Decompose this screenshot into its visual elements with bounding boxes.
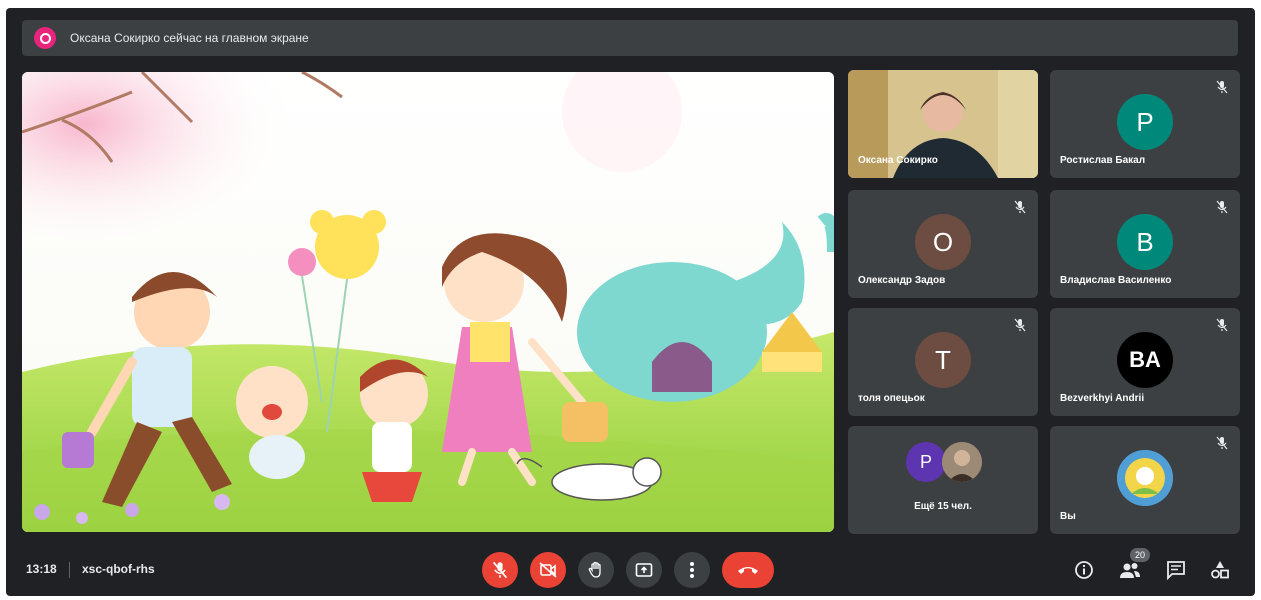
participant-name: Вы <box>1060 511 1076 522</box>
participant-tile[interactable]: B Владислав Василенко <box>1050 190 1240 298</box>
end-call-icon <box>738 567 758 574</box>
camera-off-icon <box>539 562 557 578</box>
more-options-icon <box>690 562 694 578</box>
shared-screen <box>22 72 834 532</box>
participant-name: Оксана Сокирко <box>858 155 938 166</box>
mic-off-icon <box>1014 200 1026 214</box>
avatar <box>1117 450 1173 506</box>
participant-tile[interactable]: O Олександр Задов <box>848 190 1038 298</box>
mic-toggle-button[interactable] <box>482 552 518 588</box>
participant-name: Владислав Василенко <box>1060 275 1172 286</box>
participant-tile[interactable]: BA Bezverkhyi Andrii <box>1050 308 1240 416</box>
participant-name: Bezverkhyi Andrii <box>1060 393 1145 404</box>
raise-hand-button[interactable] <box>578 552 614 588</box>
raise-hand-icon <box>588 561 601 578</box>
chat-icon <box>1167 561 1185 580</box>
self-tile[interactable]: Вы <box>1050 426 1240 534</box>
mic-off-icon <box>1216 318 1228 332</box>
participant-tile-video[interactable]: Оксана Сокирко <box>848 70 1038 178</box>
avatar: P <box>906 442 946 482</box>
divider <box>69 562 70 578</box>
avatar: P <box>1117 94 1173 150</box>
participant-tile[interactable]: P Ростислав Бакал <box>1050 70 1240 178</box>
presentation-illustration <box>22 72 834 532</box>
participant-name: Ростислав Бакал <box>1060 155 1146 166</box>
avatar: BA <box>1117 332 1173 388</box>
mic-off-icon <box>1014 318 1026 332</box>
people-count-badge: 20 <box>1130 548 1150 562</box>
present-to-all-icon <box>34 27 56 49</box>
meeting-code: xsc-qbof-rhs <box>82 562 155 576</box>
avatar: T <box>915 332 971 388</box>
present-icon <box>635 563 653 577</box>
bottom-toolbar: 13:18 xsc-qbof-rhs 20 <box>6 548 1255 596</box>
mic-off-icon <box>492 561 508 579</box>
participant-name: Олександр Задов <box>858 275 946 286</box>
activities-icon <box>1211 561 1229 579</box>
end-call-button[interactable] <box>722 552 774 588</box>
banner-text: Оксана Сокирко сейчас на главном экране <box>70 31 309 45</box>
avatar <box>942 442 982 482</box>
camera-toggle-button[interactable] <box>530 552 566 588</box>
more-participants-label: Ещё 15 чел. <box>914 501 972 512</box>
meet-window: Оксана Сокирко сейчас на главном экране <box>6 8 1255 596</box>
mic-off-icon <box>1216 436 1228 450</box>
presenting-banner: Оксана Сокирко сейчас на главном экране <box>22 20 1238 56</box>
mic-off-icon <box>1216 200 1228 214</box>
participant-name: толя опецьок <box>858 393 925 404</box>
activities-button[interactable] <box>1206 556 1234 584</box>
present-button[interactable] <box>626 552 662 588</box>
meeting-details-button[interactable] <box>1070 556 1098 584</box>
people-icon <box>1120 563 1140 578</box>
participant-tile[interactable]: T толя опецьок <box>848 308 1038 416</box>
meeting-time: 13:18 <box>26 562 57 576</box>
chat-button[interactable] <box>1162 556 1190 584</box>
info-icon <box>1075 561 1093 579</box>
avatar: O <box>915 214 971 270</box>
more-participants-tile[interactable]: P Ещё 15 чел. <box>848 426 1038 534</box>
mic-off-icon <box>1216 80 1228 94</box>
avatar: B <box>1117 214 1173 270</box>
more-options-button[interactable] <box>674 552 710 588</box>
